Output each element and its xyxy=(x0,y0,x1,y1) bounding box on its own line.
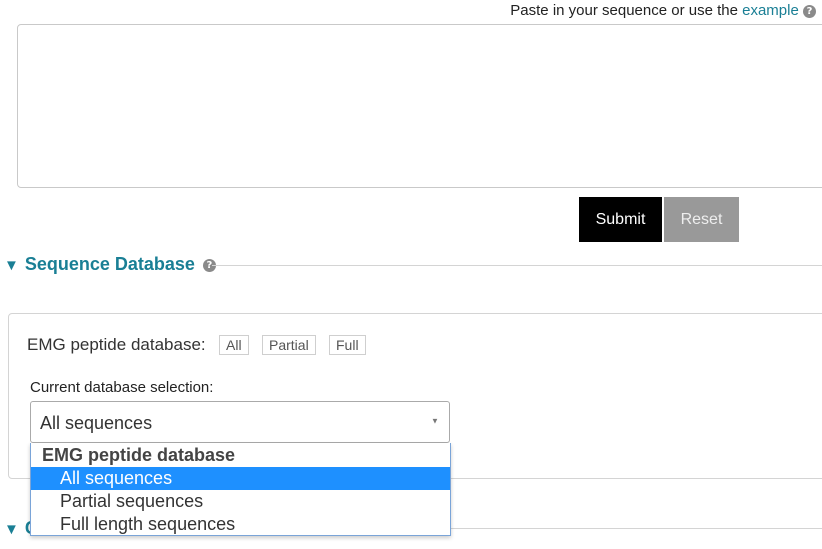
help-icon[interactable]: ? xyxy=(803,4,816,18)
sequence-database-heading[interactable]: ▼ Sequence Database ? xyxy=(4,254,216,275)
chevron-down-icon: ▼ xyxy=(431,417,440,426)
dropdown-option-partial[interactable]: Partial sequences xyxy=(31,490,450,513)
filter-partial-button[interactable]: Partial xyxy=(262,335,316,355)
collapse-triangle-icon[interactable]: ▼ xyxy=(4,521,19,538)
dropdown-group-label: EMG peptide database xyxy=(42,445,236,465)
filter-all-button[interactable]: All xyxy=(219,335,249,355)
section-divider xyxy=(212,265,822,266)
dropdown-option-full[interactable]: Full length sequences xyxy=(31,513,450,536)
collapse-triangle-icon[interactable]: ▼ xyxy=(4,257,19,274)
emg-database-label: EMG peptide database: xyxy=(27,335,206,354)
example-link[interactable]: example xyxy=(742,2,799,19)
sequence-input-prompt: Paste in your sequence or use the exampl… xyxy=(510,2,816,19)
database-select[interactable]: All sequences ▼ xyxy=(30,401,450,443)
database-dropdown: EMG peptide database All sequences Parti… xyxy=(30,443,451,536)
section-title: Sequence Database xyxy=(24,254,195,274)
select-value: All sequences xyxy=(40,413,153,433)
filter-full-button[interactable]: Full xyxy=(329,335,366,355)
current-selection-label: Current database selection: xyxy=(30,379,214,396)
submit-button[interactable]: Submit xyxy=(579,197,662,242)
section-divider xyxy=(450,528,822,529)
reset-button[interactable]: Reset xyxy=(664,197,739,242)
sequence-textarea[interactable] xyxy=(17,24,822,188)
dropdown-option-all[interactable]: All sequences xyxy=(31,467,450,490)
prompt-text: Paste in your sequence or use the xyxy=(510,2,738,19)
